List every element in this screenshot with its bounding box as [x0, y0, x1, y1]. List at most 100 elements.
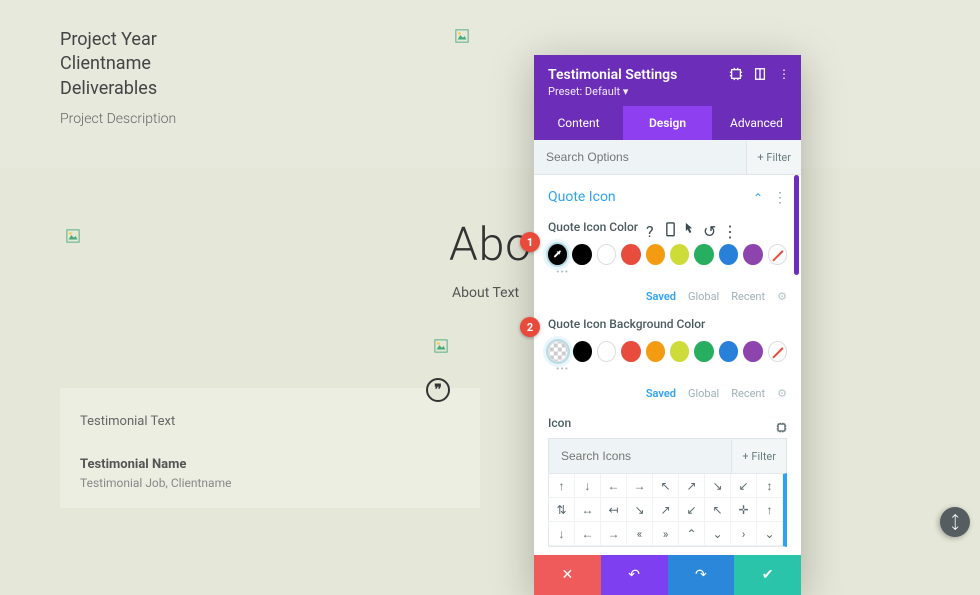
swatch-green[interactable] — [694, 244, 713, 265]
palette-settings-icon[interactable]: ⚙ — [777, 290, 787, 303]
icon-option[interactable]: ↕ — [757, 474, 783, 498]
icon-option[interactable]: ↗ — [679, 474, 705, 498]
swatch-black[interactable] — [573, 341, 592, 362]
icon-option[interactable]: ↖ — [705, 498, 731, 522]
tab-advanced[interactable]: Advanced — [712, 106, 801, 140]
swatch-none[interactable] — [768, 244, 788, 265]
palette-tab-recent[interactable]: Recent — [731, 387, 765, 400]
collapse-icon[interactable]: ⌃ — [753, 191, 763, 205]
icon-picker-grid: ↑↓←→↖↗↘↙↕⇅↔↤↘↗↙↖✛↑↓←→«»⌃⌄›⌄ — [548, 473, 787, 547]
search-options-input[interactable] — [534, 140, 746, 174]
icon-option[interactable]: ↖ — [653, 474, 679, 498]
swatch-yellow[interactable] — [670, 341, 689, 362]
icon-filter-button[interactable]: + Filter — [731, 440, 786, 473]
icon-option[interactable]: › — [731, 522, 757, 546]
swatch-white[interactable] — [597, 341, 617, 362]
icon-option[interactable]: ↙ — [731, 474, 757, 498]
icon-option[interactable]: ← — [601, 474, 627, 498]
expand-icon[interactable] — [729, 67, 743, 81]
icon-option[interactable]: ✛ — [731, 498, 757, 522]
save-button[interactable]: ✔ — [734, 555, 801, 595]
icon-option[interactable]: ↓ — [575, 474, 601, 498]
image-placeholder-icon — [66, 228, 80, 242]
icon-option[interactable]: ↘ — [627, 498, 653, 522]
color-swatches-1 — [548, 244, 787, 265]
swatch-eyedropper[interactable] — [548, 244, 567, 265]
icon-option[interactable]: ⌃ — [679, 522, 705, 546]
icon-option[interactable]: ⌄ — [705, 522, 731, 546]
panel-preset[interactable]: Preset: Default ▾ — [548, 85, 787, 98]
icon-option[interactable]: « — [627, 522, 653, 546]
icon-option[interactable]: ↔ — [575, 498, 601, 522]
hover-icon[interactable] — [684, 222, 695, 233]
reset-icon[interactable]: ↺ — [703, 222, 714, 233]
dynamic-content-icon[interactable] — [776, 418, 787, 429]
phone-icon[interactable] — [665, 222, 676, 233]
section-title-quote-icon[interactable]: Quote Icon — [548, 189, 616, 205]
swatch-more-icon[interactable]: ••• — [556, 267, 787, 278]
swatch-green[interactable] — [694, 341, 713, 362]
field-label-quote-icon-bg-color: Quote Icon Background Color — [548, 317, 705, 331]
redo-button[interactable]: ↷ — [668, 555, 735, 595]
icon-option[interactable]: ↘ — [705, 474, 731, 498]
swatch-blue[interactable] — [719, 341, 738, 362]
icon-option[interactable]: ← — [575, 522, 601, 546]
snap-icon[interactable] — [753, 67, 767, 81]
color-swatches-2 — [548, 341, 787, 362]
swatch-white[interactable] — [597, 244, 617, 265]
icon-option[interactable]: → — [601, 522, 627, 546]
tab-design[interactable]: Design — [623, 106, 712, 140]
panel-header[interactable]: Testimonial Settings Preset: Default ▾ ⋮ — [534, 55, 801, 106]
search-options-row: + Filter — [534, 140, 801, 175]
more-icon[interactable]: ⋮ — [777, 67, 791, 81]
swatch-none[interactable] — [768, 341, 788, 362]
testimonial-job: Testimonial Job, Clientname — [80, 476, 460, 490]
swatch-orange[interactable] — [646, 244, 665, 265]
settings-panel: Testimonial Settings Preset: Default ▾ ⋮… — [534, 55, 801, 595]
palette-settings-icon[interactable]: ⚙ — [777, 387, 787, 400]
swatch-blue[interactable] — [719, 244, 738, 265]
field-more-icon[interactable]: ⋮ — [722, 222, 733, 233]
close-button[interactable]: ✕ — [534, 555, 601, 595]
swatch-purple[interactable] — [743, 244, 762, 265]
image-placeholder-icon — [455, 28, 469, 42]
scrollbar-thumb[interactable] — [794, 175, 799, 275]
swatch-purple[interactable] — [743, 341, 762, 362]
section-more-icon[interactable]: ⋮ — [773, 190, 787, 206]
swatch-yellow[interactable] — [670, 244, 689, 265]
project-client: Clientname — [60, 52, 176, 76]
panel-footer: ✕ ↶ ↷ ✔ — [534, 555, 801, 595]
swatch-red[interactable] — [621, 341, 640, 362]
help-icon[interactable]: ? — [646, 222, 657, 233]
icon-option[interactable]: ↙ — [679, 498, 705, 522]
icon-option[interactable]: ⌄ — [757, 522, 783, 546]
icon-option[interactable]: → — [627, 474, 653, 498]
resize-handle[interactable]: ⤡ — [934, 501, 976, 543]
testimonial-module[interactable]: Testimonial Text Testimonial Name Testim… — [60, 388, 480, 508]
swatch-more-icon[interactable]: ••• — [556, 364, 787, 375]
palette-tab-global[interactable]: Global — [688, 387, 719, 400]
annotation-badge-1: 1 — [520, 232, 540, 252]
swatch-transparent[interactable] — [548, 341, 568, 362]
swatch-red[interactable] — [621, 244, 640, 265]
project-deliverables: Deliverables — [60, 77, 176, 101]
icon-option[interactable]: ↑ — [549, 474, 575, 498]
palette-tab-global[interactable]: Global — [688, 290, 719, 303]
icon-option[interactable]: ⇅ — [549, 498, 575, 522]
palette-tab-saved[interactable]: Saved — [646, 387, 676, 400]
palette-tab-recent[interactable]: Recent — [731, 290, 765, 303]
icon-option[interactable]: » — [653, 522, 679, 546]
icon-option[interactable]: ↤ — [601, 498, 627, 522]
icon-option[interactable]: ↗ — [653, 498, 679, 522]
filter-button[interactable]: + Filter — [746, 141, 801, 174]
search-icons-input[interactable] — [549, 439, 731, 473]
swatch-orange[interactable] — [646, 341, 665, 362]
icon-option[interactable]: ↓ — [549, 522, 575, 546]
tab-content[interactable]: Content — [534, 106, 623, 140]
undo-button[interactable]: ↶ — [601, 555, 668, 595]
annotation-badge-2: 2 — [520, 317, 540, 337]
about-text: About Text — [452, 285, 519, 301]
palette-tab-saved[interactable]: Saved — [646, 290, 676, 303]
swatch-black[interactable] — [572, 244, 591, 265]
icon-option[interactable]: ↑ — [757, 498, 783, 522]
